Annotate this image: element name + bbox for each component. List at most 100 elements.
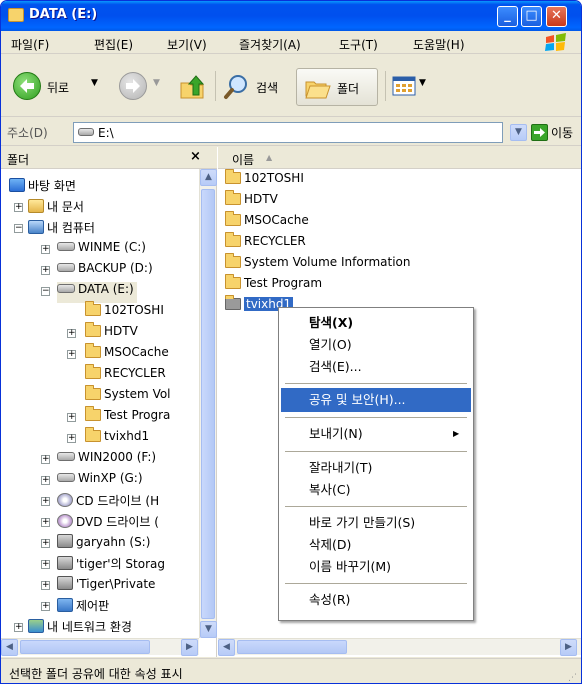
menu-send-to-label: 보내기(N) <box>309 426 363 441</box>
collapse-minus-icon[interactable]: − <box>14 224 23 233</box>
tree-item-desktop[interactable]: 바탕 화면 <box>9 177 76 198</box>
expand-plus-icon[interactable]: + <box>41 539 50 548</box>
address-dropdown-icon[interactable]: ▼ <box>510 124 527 141</box>
menu-copy[interactable]: 복사(C) <box>281 478 471 502</box>
expand-plus-icon[interactable]: + <box>41 602 50 611</box>
file-item[interactable]: MSOCache <box>225 211 309 234</box>
column-name[interactable]: 이름 <box>232 151 254 168</box>
tree-item-folder[interactable]: tvixhd1 <box>85 427 149 450</box>
scroll-up-icon[interactable]: ▲ <box>200 169 217 186</box>
tree-item-control-panel[interactable]: 제어판 <box>57 597 109 618</box>
file-item[interactable]: 102TOSHI <box>225 169 304 192</box>
collapse-plus-icon[interactable]: + <box>14 203 23 212</box>
maximize-button[interactable]: □ <box>521 6 542 27</box>
expand-plus-icon[interactable]: + <box>41 497 50 506</box>
address-input[interactable]: E:\ <box>73 122 503 143</box>
expand-plus-icon[interactable]: + <box>14 623 23 632</box>
menu-file[interactable]: 파일(F) <box>11 36 49 53</box>
expand-plus-icon[interactable]: + <box>67 329 76 338</box>
file-pane-hscrollbar[interactable]: ◀ ▶ <box>218 638 581 656</box>
tree-item-drive-d[interactable]: BACKUP (D:) <box>57 261 153 282</box>
scroll-left-icon[interactable]: ◀ <box>218 639 235 656</box>
tree-item-drive-f[interactable]: WIN2000 (F:) <box>57 450 156 471</box>
minimize-button[interactable]: _ <box>497 6 518 27</box>
tree-item-folder[interactable]: System Vol <box>85 385 171 408</box>
folder-pane-hscrollbar[interactable]: ◀ ▶ <box>1 638 199 656</box>
up-folder-icon[interactable] <box>179 73 207 101</box>
expand-plus-icon[interactable]: + <box>41 455 50 464</box>
close-button[interactable]: ✕ <box>546 6 567 27</box>
menu-edit[interactable]: 편집(E) <box>94 36 133 53</box>
column-header[interactable]: 이름 ▲ <box>218 147 581 169</box>
menu-separator <box>285 583 467 584</box>
tree-item-folder[interactable]: Test Progra <box>85 406 170 429</box>
back-dropdown-icon[interactable]: ▼ <box>91 78 98 88</box>
resize-grip-icon[interactable]: ⋰ <box>568 673 577 683</box>
views-icon[interactable] <box>391 73 417 99</box>
expand-plus-icon[interactable]: + <box>41 476 50 485</box>
tree-item-my-computer[interactable]: 내 컴퓨터 <box>28 219 95 240</box>
scroll-right-icon[interactable]: ▶ <box>181 639 198 656</box>
tree-item-cd-drive[interactable]: CD 드라이브 (H <box>57 492 159 513</box>
scroll-left-icon[interactable]: ◀ <box>1 639 18 656</box>
title-bar[interactable]: DATA (E:) _ □ ✕ <box>1 1 581 31</box>
file-item[interactable]: HDTV <box>225 190 278 213</box>
tree-item-drive-g[interactable]: WinXP (G:) <box>57 471 143 492</box>
tree-item-folder[interactable]: 102TOSHI <box>85 301 164 324</box>
tree-item-network[interactable]: 내 네트워크 환경 <box>28 618 132 639</box>
views-dropdown-icon[interactable]: ▼ <box>419 78 426 88</box>
tree-item-folder[interactable]: HDTV <box>85 322 138 345</box>
expand-plus-icon[interactable]: + <box>41 518 50 527</box>
expand-plus-icon[interactable]: + <box>67 413 76 422</box>
expand-plus-icon[interactable]: + <box>41 581 50 590</box>
menu-create-shortcut[interactable]: 바로 가기 만들기(S) <box>281 511 471 535</box>
expand-plus-icon[interactable]: + <box>41 560 50 569</box>
back-button[interactable] <box>13 72 41 100</box>
file-item[interactable]: Test Program <box>225 274 322 297</box>
menu-send-to[interactable]: 보내기(N) ▶ <box>281 422 471 446</box>
menu-view[interactable]: 보기(V) <box>167 36 207 53</box>
expand-plus-icon[interactable]: + <box>41 245 50 254</box>
menu-cut[interactable]: 잘라내기(T) <box>281 456 471 480</box>
tree-item-folder[interactable]: MSOCache <box>85 343 169 366</box>
tree-item-network-drive[interactable]: 'tiger'의 Storag <box>57 555 165 576</box>
scroll-down-icon[interactable]: ▼ <box>200 621 217 638</box>
tree-item-dvd-drive[interactable]: DVD 드라이브 ( <box>57 513 159 534</box>
close-pane-icon[interactable]: × <box>190 149 201 164</box>
search-icon[interactable] <box>223 73 251 101</box>
tree-item-network-drive[interactable]: garyahn (S:) <box>57 534 150 555</box>
file-item[interactable]: System Volume Information <box>225 253 410 276</box>
forward-dropdown-icon[interactable]: ▼ <box>153 78 160 88</box>
menu-properties[interactable]: 속성(R) <box>281 588 471 612</box>
scroll-thumb[interactable] <box>201 189 215 619</box>
expand-plus-icon[interactable]: + <box>67 350 76 359</box>
menu-delete[interactable]: 삭제(D) <box>281 533 471 557</box>
menu-explore[interactable]: 탐색(X) <box>281 311 471 335</box>
tree-item-drive-e[interactable]: DATA (E:) <box>57 282 137 303</box>
folder-pane-vscrollbar[interactable]: ▲ ▼ <box>199 169 217 638</box>
menu-search[interactable]: 검색(E)... <box>281 355 471 379</box>
go-label[interactable]: 이동 <box>551 124 573 141</box>
tree-item-drive-c[interactable]: WINME (C:) <box>57 240 146 261</box>
menu-open[interactable]: 열기(O) <box>281 333 471 357</box>
menu-favorites[interactable]: 즐겨찾기(A) <box>239 36 301 53</box>
menu-tools[interactable]: 도구(T) <box>339 36 378 53</box>
tree-item-network-drive[interactable]: 'Tiger\Private <box>57 576 155 597</box>
menu-help[interactable]: 도움말(H) <box>413 36 465 53</box>
expand-plus-icon[interactable]: + <box>67 434 76 443</box>
collapse-minus-icon[interactable]: − <box>41 287 50 296</box>
toolbar: 뒤로 ▼ ▼ 검색 폴더 ▼ <box>1 55 581 117</box>
menu-sharing-security[interactable]: 공유 및 보안(H)... <box>281 388 471 412</box>
hscroll-thumb[interactable] <box>237 640 347 654</box>
folders-button[interactable]: 폴더 <box>296 68 378 106</box>
go-arrow-icon[interactable] <box>531 124 548 141</box>
expand-plus-icon[interactable]: + <box>41 266 50 275</box>
tree-item-my-documents[interactable]: 내 문서 <box>28 198 84 219</box>
forward-button[interactable] <box>119 72 147 100</box>
scroll-right-icon[interactable]: ▶ <box>560 639 577 656</box>
file-item[interactable]: RECYCLER <box>225 232 306 255</box>
tree-item-folder[interactable]: RECYCLER <box>85 364 166 387</box>
menu-rename[interactable]: 이름 바꾸기(M) <box>281 555 471 579</box>
hscroll-thumb[interactable] <box>20 640 150 654</box>
search-label[interactable]: 검색 <box>256 79 278 96</box>
